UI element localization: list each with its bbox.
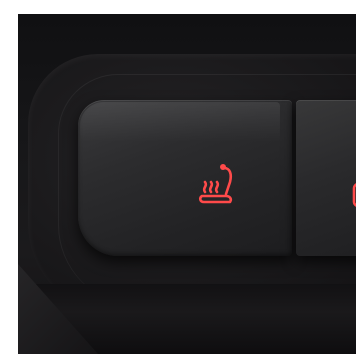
partial-icon [352, 183, 356, 207]
car-console-photo [18, 14, 356, 354]
right-control-button[interactable] [296, 100, 356, 256]
seat-heater-icon [198, 164, 233, 204]
seat-heater-button[interactable] [78, 100, 292, 256]
button-highlight [80, 102, 280, 142]
photo-frame [0, 0, 356, 359]
